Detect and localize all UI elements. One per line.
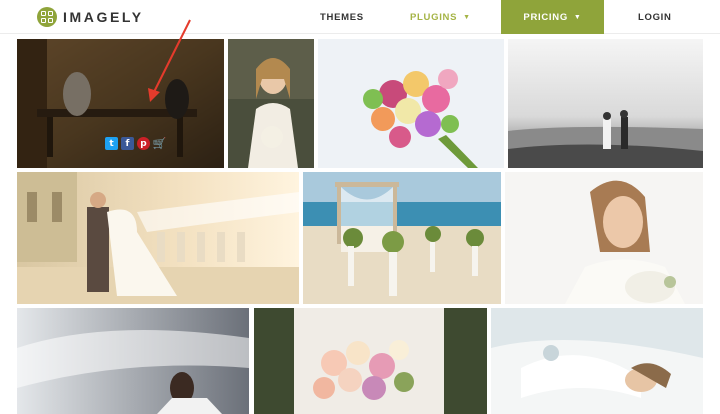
photo-image <box>303 172 501 304</box>
nav-plugins[interactable]: PLUGINS ▼ <box>410 0 471 34</box>
chevron-down-icon: ▼ <box>463 13 471 21</box>
photo-image <box>318 39 504 168</box>
photo-image <box>254 308 487 414</box>
photo-image <box>17 308 249 414</box>
imagely-logo[interactable]: IMAGELY <box>37 7 144 27</box>
gallery-photo-bride-veil[interactable] <box>17 308 249 414</box>
nav-pricing-label: PRICING <box>523 11 568 23</box>
share-bar: t f p 🛒 <box>105 137 166 150</box>
photo-image <box>17 172 299 304</box>
nav-pricing[interactable]: PRICING ▼ <box>501 0 604 34</box>
photo-image <box>228 39 314 168</box>
gallery-photo-beach-couple-bw[interactable] <box>508 39 703 168</box>
gallery-photo-rose-bouquet[interactable] <box>318 39 504 168</box>
nav-themes[interactable]: THEMES <box>320 0 364 34</box>
red-arrow-annotation <box>148 19 191 102</box>
chevron-down-icon: ▼ <box>573 13 582 21</box>
twitter-icon[interactable]: t <box>105 137 118 150</box>
photo-image <box>491 308 703 414</box>
photo-image <box>508 39 703 168</box>
gallery-photo-groom-dip-bride[interactable] <box>17 172 299 304</box>
gallery-photo-pastel-bouquet[interactable] <box>254 308 487 414</box>
gallery-photo-smiling-bride[interactable] <box>228 39 314 168</box>
logo-text: IMAGELY <box>63 9 144 25</box>
pinterest-icon[interactable]: p <box>137 137 150 150</box>
photo-image <box>505 172 703 304</box>
gallery-photo-beach-arch[interactable] <box>303 172 501 304</box>
facebook-icon[interactable]: f <box>121 137 134 150</box>
nav-login-label: LOGIN <box>638 11 672 23</box>
nav-themes-label: THEMES <box>320 11 364 23</box>
nav-plugins-label: PLUGINS <box>410 11 458 23</box>
gallery-photo-bride-lying[interactable] <box>491 308 703 414</box>
logo-grid-icon <box>37 7 57 27</box>
site-header: IMAGELY THEMES PLUGINS ▼ PRICING ▼ LOGIN <box>0 0 720 34</box>
gallery-photo-bride-looking-down[interactable] <box>505 172 703 304</box>
cart-icon[interactable]: 🛒 <box>153 137 167 150</box>
nav-login[interactable]: LOGIN <box>638 0 672 34</box>
